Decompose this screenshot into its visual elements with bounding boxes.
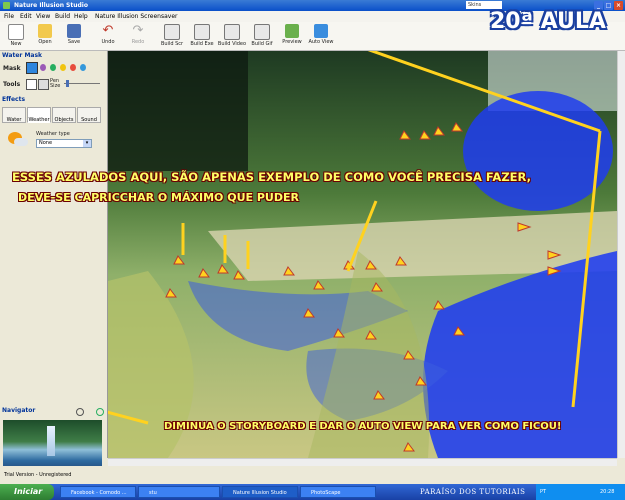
menu-help[interactable]: Help — [74, 11, 88, 22]
taskbar: Iniciar Facebook - Comodo ... stu Nature… — [0, 484, 625, 500]
build-exe-icon — [194, 24, 210, 40]
build-scr-icon — [164, 24, 180, 40]
color-drop-icon[interactable] — [80, 64, 86, 71]
skins-dropdown[interactable]: Skins — [466, 1, 502, 9]
sidebar-panel: Water Mask Mask Tools Pen Size Effects W… — [0, 51, 108, 474]
taskbar-item[interactable]: stu — [138, 486, 220, 498]
window-title: Nature Illusion Studio — [14, 2, 88, 9]
build-video-button[interactable]: Build Video — [216, 24, 248, 49]
auto-view-icon — [314, 24, 328, 38]
app-icon — [3, 2, 10, 9]
menu-screensaver[interactable]: Nature Illusion Screensaver — [95, 11, 177, 22]
build-exe-button[interactable]: Build Exe — [186, 24, 218, 49]
weather-type-label: Weather type — [36, 131, 70, 137]
color-drop-icon[interactable] — [40, 64, 46, 71]
save-icon — [67, 24, 81, 38]
tab-water[interactable]: Water — [2, 107, 26, 123]
dark-forest — [108, 51, 248, 171]
tab-sound[interactable]: Sound — [77, 107, 101, 123]
cloud-icon — [14, 138, 28, 146]
redo-icon: ↷ — [132, 23, 144, 38]
menu-edit[interactable]: Edit — [20, 11, 32, 22]
color-drop-icon[interactable] — [50, 64, 56, 71]
navigator-title: Navigator — [2, 407, 36, 414]
build-gif-icon — [254, 24, 270, 40]
tab-objects[interactable]: Objects — [52, 107, 76, 123]
effects-title: Effects — [2, 96, 26, 103]
close-icon[interactable]: × — [614, 1, 623, 10]
water-mask-title: Water Mask — [2, 52, 43, 59]
undo-icon: ↶ — [102, 23, 114, 38]
preview-button[interactable]: Preview — [276, 24, 308, 49]
new-button[interactable]: New — [0, 24, 32, 49]
chevron-down-icon: ▾ — [83, 140, 91, 147]
clock: 20:28 — [600, 489, 615, 495]
zoom-out-icon[interactable] — [76, 408, 84, 416]
open-button[interactable]: Open — [29, 24, 61, 49]
pen-size-label: Pen Size — [50, 78, 61, 89]
redo-button[interactable]: ↷ Redo — [122, 24, 154, 49]
pen-tool-icon[interactable] — [26, 79, 37, 90]
taskbar-item[interactable]: PhotoScape — [300, 486, 376, 498]
status-text: Trial Version - Unregistered — [4, 472, 72, 478]
slider-handle[interactable] — [66, 80, 69, 87]
new-icon — [8, 24, 24, 40]
start-button[interactable]: Iniciar — [0, 484, 54, 500]
eraser-tool-icon[interactable] — [38, 79, 49, 90]
undo-button[interactable]: ↶ Undo — [92, 24, 124, 49]
menu-build[interactable]: Build — [55, 11, 70, 22]
annotation-line-3: DIMINUA O STORYBOARD E DAR O AUTO VIEW P… — [164, 421, 562, 432]
system-tray: PT 20:28 — [536, 484, 625, 500]
image-canvas[interactable] — [108, 51, 617, 458]
taskbar-item[interactable]: Nature Illusion Studio — [222, 486, 298, 498]
refresh-icon[interactable] — [96, 408, 104, 416]
save-button[interactable]: Save — [58, 24, 90, 49]
menu-file[interactable]: File — [4, 11, 14, 22]
brush-icon[interactable] — [26, 62, 38, 74]
tab-weather[interactable]: Weather — [27, 107, 51, 123]
auto-view-button[interactable]: Auto View — [305, 24, 337, 49]
language-indicator[interactable]: PT — [540, 484, 546, 500]
color-drop-icon[interactable] — [60, 64, 66, 71]
folder-icon — [38, 24, 52, 38]
status-bar: Trial Version - Unregistered — [0, 466, 625, 484]
build-scr-button[interactable]: Build Scr — [156, 24, 188, 49]
effects-tabs: Water Weather Objects Sound — [2, 107, 104, 123]
preview-icon — [285, 24, 299, 38]
waterfall-thumb — [47, 426, 55, 456]
color-drop-icon[interactable] — [70, 64, 76, 71]
annotation-line-2: DEVE-SE CAPRICCHAR O MÁXIMO QUE PUDER — [18, 191, 299, 204]
build-gif-button[interactable]: Build Gif — [246, 24, 278, 49]
vertical-scrollbar[interactable] — [617, 51, 625, 458]
pen-size-slider[interactable] — [64, 83, 100, 84]
lesson-title: 20ª AULA — [490, 9, 606, 34]
menu-view[interactable]: View — [36, 11, 50, 22]
tools-label: Tools — [3, 81, 21, 88]
annotation-line-1: ESSES AZULADOS AQUI, SÃO APENAS EXEMPLO … — [12, 170, 531, 184]
mask-label: Mask — [3, 65, 21, 72]
weather-type-select[interactable]: None ▾ — [36, 139, 92, 148]
taskbar-item[interactable]: Facebook - Comodo ... — [60, 486, 136, 498]
scene-image — [108, 51, 617, 458]
watermark-brand: PARAÍSO DOS TUTORIAIS — [420, 488, 526, 496]
build-video-icon — [224, 24, 240, 40]
